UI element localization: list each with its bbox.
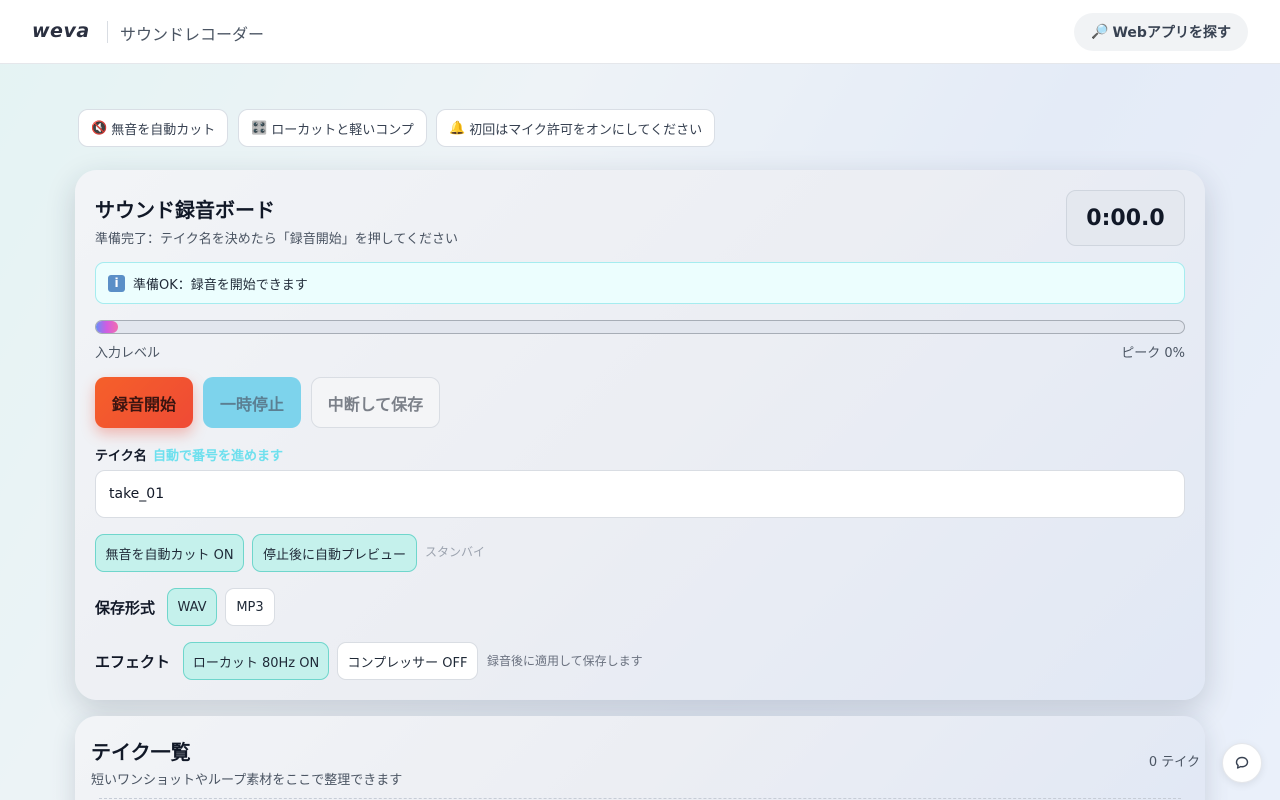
silence-cut-toggle[interactable]: 無音を自動カット ON [95, 534, 244, 572]
recorder-subtitle: 準備完了：テイク名を決めたら「録音開始」を押してください [95, 232, 458, 247]
input-level-label: 入力レベル [95, 346, 161, 361]
chip-label: 無音を自動カット [111, 122, 216, 138]
take-name-input[interactable] [95, 470, 1185, 518]
take-list-subtitle: 短いワンショットやループ素材をここで整理できます [91, 773, 403, 788]
format-mp3-button[interactable]: MP3 [225, 588, 275, 626]
muted-speaker-icon: 🔇 [91, 120, 108, 136]
take-name-hint: 自動で番号を進めます [153, 449, 284, 464]
app-title: サウンドレコーダー [120, 25, 265, 44]
control-knobs-icon: 🎛️ [251, 120, 268, 136]
chip-label: ローカットと軽いコンプ [271, 122, 414, 138]
chip-mic-permission: 🔔 初回はマイク許可をオンにしてください [436, 109, 716, 147]
peak-label: ピーク 0% [1121, 346, 1185, 361]
recorder-status: スタンバイ [425, 545, 486, 559]
chat-bubble-icon [1235, 756, 1249, 769]
take-list-card: テイク一覧 短いワンショットやループ素材をここで整理できます 0 テイク [75, 716, 1205, 800]
weva-logo[interactable]: weva [32, 20, 90, 42]
chip-label: 初回はマイク許可をオンにしてください [469, 122, 703, 138]
input-level-meter [95, 320, 1185, 334]
lowcut-toggle[interactable]: ローカット 80Hz ON [183, 642, 329, 680]
status-message: i 準備OK：録音を開始できます [95, 262, 1185, 304]
compressor-toggle[interactable]: コンプレッサー OFF [337, 642, 478, 680]
chip-lowcut-comp: 🎛️ ローカットと軽いコンプ [238, 109, 427, 147]
app-header: weva サウンドレコーダー 🔎 Webアプリを探す [0, 0, 1280, 64]
take-list-dropzone [99, 798, 1181, 799]
effect-note: 録音後に適用して保存します [487, 654, 643, 668]
magnifier-icon: 🔎 [1091, 24, 1109, 40]
status-message-text: 準備OK：録音を開始できます [133, 277, 308, 293]
stop-and-save-button[interactable]: 中断して保存 [311, 377, 440, 428]
recorder-title: サウンド録音ボード [95, 198, 275, 222]
feedback-chat-button[interactable] [1222, 743, 1262, 783]
take-name-label: テイク名 [95, 449, 147, 464]
auto-preview-toggle[interactable]: 停止後に自動プレビュー [252, 534, 417, 572]
explore-apps-button[interactable]: 🔎 Webアプリを探す [1074, 13, 1248, 51]
header-divider [107, 21, 108, 43]
explore-apps-label: Webアプリを探す [1112, 25, 1231, 41]
pause-button[interactable]: 一時停止 [203, 377, 301, 428]
start-recording-button[interactable]: 録音開始 [95, 377, 193, 428]
chip-silence-cut: 🔇 無音を自動カット [78, 109, 229, 147]
effect-label: エフェクト [95, 653, 171, 671]
bell-icon: 🔔 [449, 120, 466, 136]
format-wav-button[interactable]: WAV [167, 588, 217, 626]
take-count: 0 テイク [1148, 755, 1200, 770]
recorder-card: サウンド録音ボード 準備完了：テイク名を決めたら「録音開始」を押してください 0… [75, 170, 1205, 700]
take-list-title: テイク一覧 [91, 740, 191, 764]
info-icon: i [108, 274, 125, 292]
elapsed-timer: 0:00.0 [1066, 190, 1185, 246]
format-label: 保存形式 [95, 599, 156, 617]
input-level-fill [96, 321, 118, 333]
